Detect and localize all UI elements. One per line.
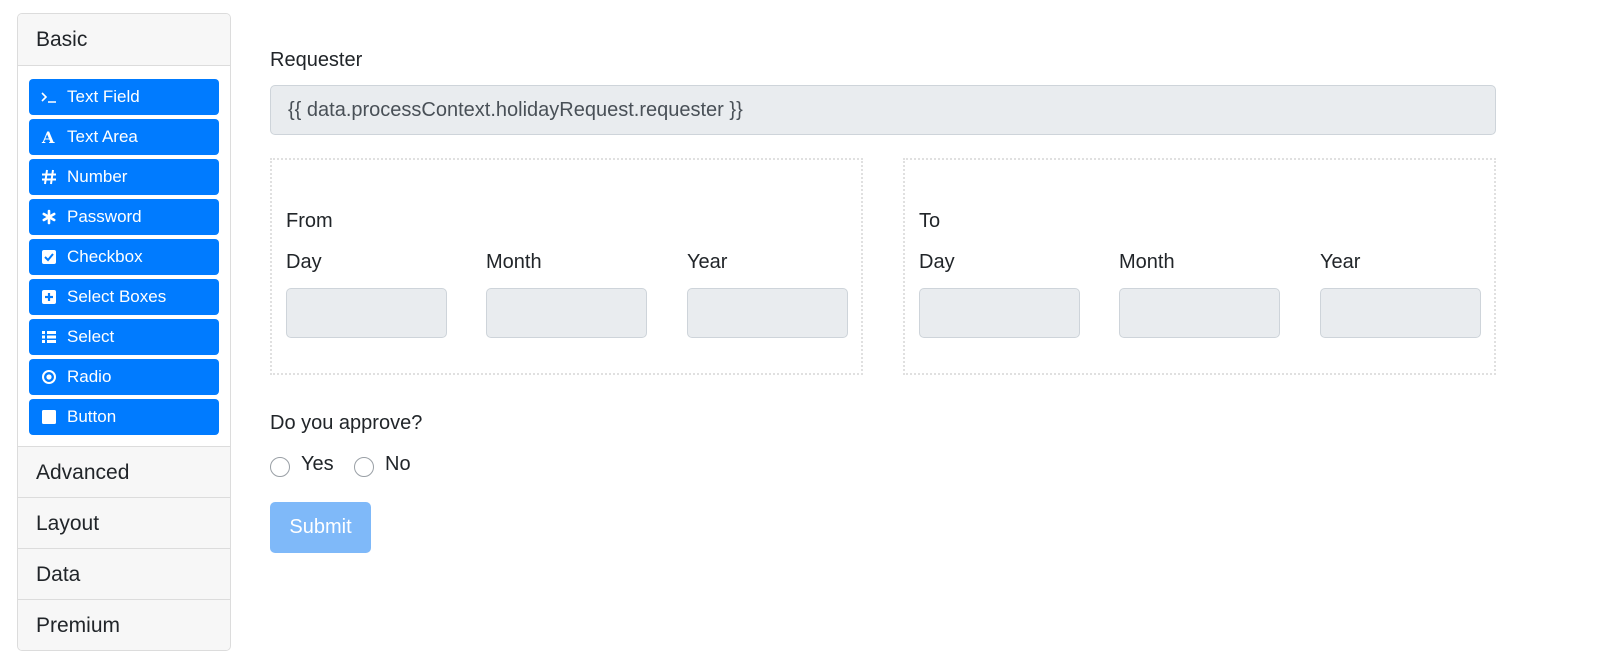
component-number-button[interactable]: Number — [29, 159, 219, 195]
from-panel — [270, 158, 863, 375]
radio-no-label[interactable]: No — [385, 453, 411, 476]
list-icon — [41, 329, 57, 345]
component-label: Button — [67, 407, 117, 426]
component-select-boxes-button[interactable]: Select Boxes — [29, 279, 219, 315]
to-month-label: Month — [1119, 251, 1175, 273]
component-label: Checkbox — [67, 247, 143, 266]
component-text-area-button[interactable]: A Text Area — [29, 119, 219, 155]
submit-button[interactable]: Submit — [270, 502, 371, 553]
component-label: Password — [67, 207, 142, 226]
requester-input[interactable]: {{ data.processContext.holidayRequest.re… — [270, 85, 1496, 135]
to-year-input[interactable] — [1320, 288, 1481, 338]
radio-no[interactable] — [354, 457, 374, 477]
asterisk-icon — [41, 209, 57, 225]
group-data[interactable]: Data — [18, 548, 230, 599]
stop-icon — [41, 409, 57, 425]
component-label: Text Field — [67, 87, 140, 106]
to-year-label: Year — [1320, 251, 1361, 273]
font-icon: A — [41, 129, 57, 145]
hash-icon — [41, 169, 57, 185]
component-text-field-button[interactable]: Text Field — [29, 79, 219, 115]
from-month-input[interactable] — [486, 288, 647, 338]
component-button-button[interactable]: Button — [29, 399, 219, 435]
dot-circle-icon — [41, 369, 57, 385]
from-day-input[interactable] — [286, 288, 447, 338]
requester-label: Requester — [270, 49, 363, 71]
group-layout[interactable]: Layout — [18, 497, 230, 548]
plus-square-icon — [41, 289, 57, 305]
to-month-input[interactable] — [1119, 288, 1280, 338]
from-year-input[interactable] — [687, 288, 848, 338]
to-day-input[interactable] — [919, 288, 1080, 338]
component-label: Text Area — [67, 127, 138, 146]
from-title: From — [286, 210, 333, 232]
component-label: Select — [67, 327, 115, 346]
component-label: Number — [67, 167, 128, 186]
component-password-button[interactable]: Password — [29, 199, 219, 235]
to-day-label: Day — [919, 251, 955, 273]
radio-yes[interactable] — [270, 457, 290, 477]
group-advanced[interactable]: Advanced — [18, 446, 230, 497]
from-year-label: Year — [687, 251, 728, 273]
component-radio-button[interactable]: Radio — [29, 359, 219, 395]
component-select-button[interactable]: Select — [29, 319, 219, 355]
svg-text:A: A — [41, 129, 55, 145]
from-day-label: Day — [286, 251, 322, 273]
component-checkbox-button[interactable]: Checkbox — [29, 239, 219, 275]
to-title: To — [919, 210, 941, 232]
component-label: Select Boxes — [67, 287, 167, 306]
component-label: Radio — [67, 367, 112, 386]
terminal-icon — [41, 89, 57, 105]
approve-question: Do you approve? — [270, 412, 423, 434]
radio-yes-label[interactable]: Yes — [301, 453, 334, 476]
component-sidebar: Basic Text Field A Text Area Number Pass… — [17, 13, 231, 651]
group-basic[interactable]: Basic — [18, 14, 230, 65]
group-basic-body: Text Field A Text Area Number Password C… — [18, 65, 230, 446]
to-panel — [903, 158, 1496, 375]
check-square-icon — [41, 249, 57, 265]
group-premium[interactable]: Premium — [18, 599, 230, 650]
from-month-label: Month — [486, 251, 542, 273]
